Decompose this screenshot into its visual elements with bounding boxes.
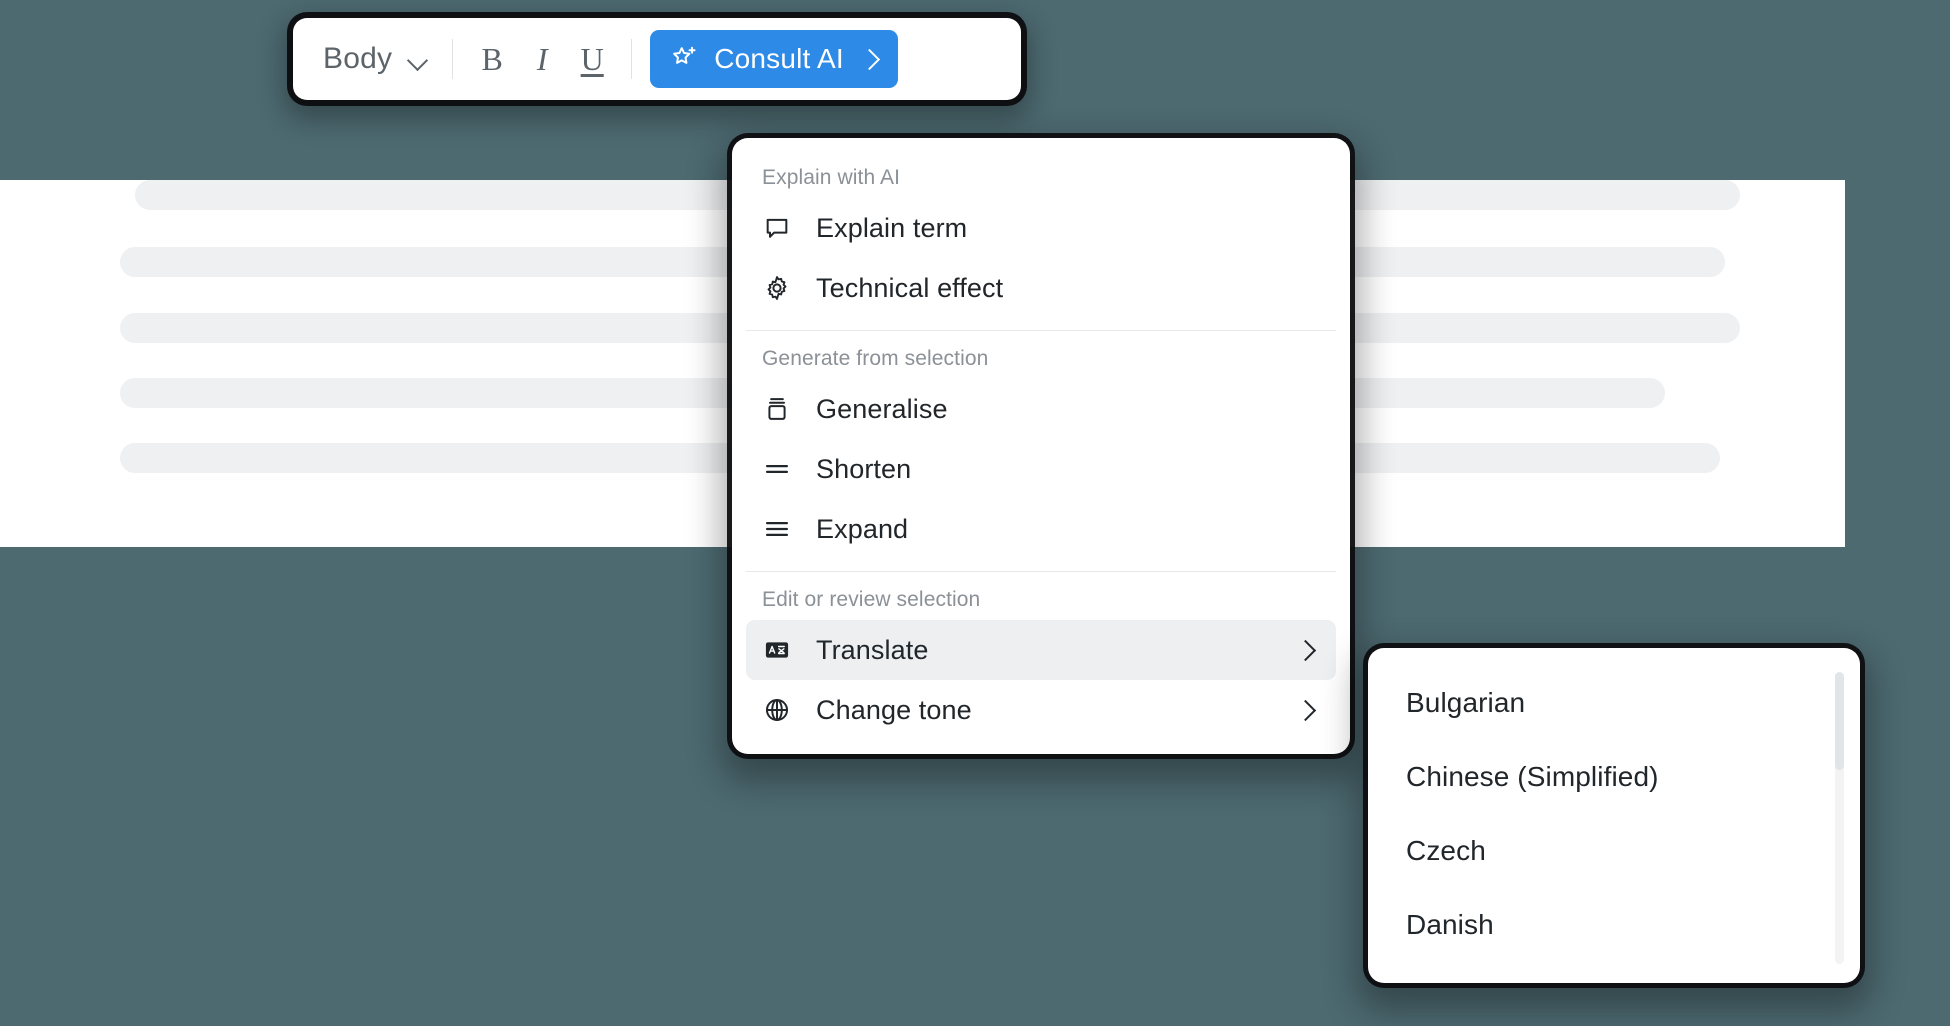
menu-item-label: Shorten <box>816 453 912 484</box>
menu-item-expand[interactable]: Expand <box>746 499 1336 559</box>
menu-item-explain-term[interactable]: Explain term <box>746 198 1336 258</box>
language-option-dutch[interactable]: Dutch <box>1368 962 1860 983</box>
language-option-danish[interactable]: Danish <box>1368 888 1860 962</box>
paragraph-style-value: Body <box>323 42 393 75</box>
menu-item-label: Explain term <box>816 212 968 243</box>
menu-item-label: Technical effect <box>816 272 1004 303</box>
text-style-group: B I U <box>453 34 631 84</box>
language-option-czech[interactable]: Czech <box>1368 814 1860 888</box>
underline-button[interactable]: U <box>567 34 617 84</box>
menu-item-label: Change tone <box>816 694 972 725</box>
translate-language-submenu: Bulgarian Chinese (Simplified) Czech Dan… <box>1368 648 1860 983</box>
consult-ai-button[interactable]: Consult AI <box>650 30 898 88</box>
bold-button[interactable]: B <box>467 34 517 84</box>
two-lines-icon <box>762 454 792 484</box>
chevron-right-icon <box>1298 702 1314 718</box>
three-lines-icon <box>762 514 792 544</box>
language-list-scrollbar[interactable] <box>1835 672 1844 964</box>
menu-item-change-tone[interactable]: Change tone <box>746 680 1336 740</box>
sparkle-star-icon <box>670 44 700 74</box>
menu-item-label: Expand <box>816 513 909 544</box>
globe-icon <box>762 695 792 725</box>
menu-item-translate[interactable]: Translate <box>746 620 1336 680</box>
language-option-chinese-simplified[interactable]: Chinese (Simplified) <box>1368 740 1860 814</box>
menu-section-label-edit-review: Edit or review selection <box>762 588 981 611</box>
archive-box-icon <box>762 394 792 424</box>
paragraph-style-dropdown[interactable]: Body <box>323 42 452 76</box>
menu-item-technical-effect[interactable]: Technical effect <box>746 258 1336 318</box>
toolbar-divider <box>631 39 633 79</box>
menu-item-label: Translate <box>816 634 929 665</box>
chevron-right-icon <box>1298 642 1314 658</box>
ai-actions-menu: Explain with AI Explain term Technical e… <box>732 138 1350 754</box>
chevron-down-icon <box>408 53 428 65</box>
speech-bubble-icon <box>762 213 792 243</box>
menu-section-label-generate: Generate from selection <box>762 347 989 370</box>
menu-item-shorten[interactable]: Shorten <box>746 439 1336 499</box>
translate-icon <box>762 635 792 665</box>
language-option-bulgarian[interactable]: Bulgarian <box>1368 666 1860 740</box>
consult-ai-label: Consult AI <box>714 43 844 74</box>
menu-item-label: Generalise <box>816 393 948 424</box>
formatting-toolbar: Body B I U Consult AI <box>293 18 1021 100</box>
menu-item-generalise[interactable]: Generalise <box>746 379 1336 439</box>
italic-button[interactable]: I <box>517 34 567 84</box>
menu-section-label-explain: Explain with AI <box>762 166 901 189</box>
scrollbar-thumb[interactable] <box>1835 672 1844 770</box>
chevron-right-icon <box>862 51 878 67</box>
gear-icon <box>762 273 792 303</box>
